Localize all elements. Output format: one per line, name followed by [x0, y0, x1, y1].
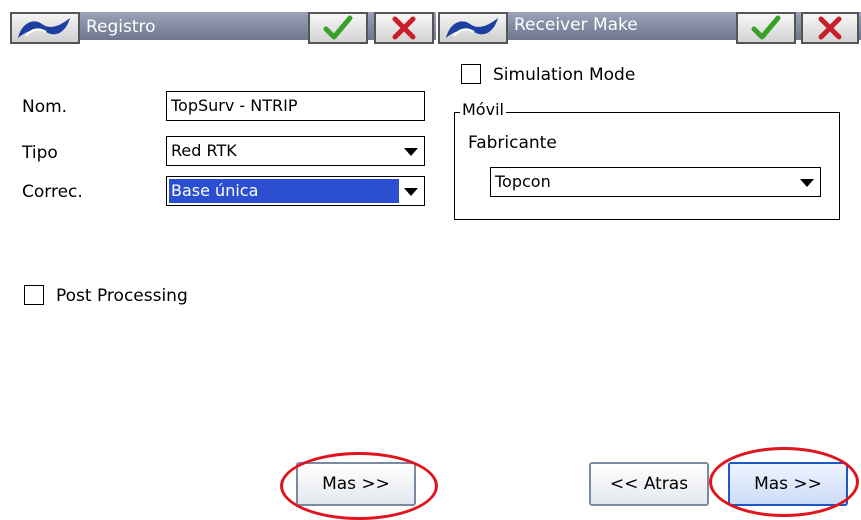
- cancel-button-right[interactable]: [801, 12, 859, 44]
- movil-group-label: Móvil: [460, 100, 506, 119]
- post-processing-checkbox[interactable]: [24, 285, 44, 305]
- fabricante-value: Topcon: [495, 172, 551, 191]
- nom-label: Nom.: [22, 97, 68, 117]
- simulation-mode-label: Simulation Mode: [493, 65, 636, 85]
- left-title-bar: Registro: [0, 0, 436, 44]
- tipo-dropdown[interactable]: Red RTK: [166, 136, 425, 166]
- right-window-title: Receiver Make: [514, 15, 638, 35]
- nom-value: TopSurv - NTRIP: [171, 96, 298, 115]
- tipo-value: Red RTK: [171, 141, 237, 160]
- correc-dropdown[interactable]: Base única: [166, 176, 425, 206]
- movil-groupbox: [454, 112, 840, 220]
- dropdown-arrow-icon: [404, 148, 418, 156]
- fabricante-label: Fabricante: [468, 133, 557, 153]
- check-icon: [751, 15, 781, 40]
- fabricante-dropdown[interactable]: Topcon: [490, 167, 821, 197]
- cancel-button-left[interactable]: [374, 12, 434, 44]
- logo-button[interactable]: [438, 12, 508, 44]
- topcon-logo-icon: [446, 18, 498, 38]
- logo-button[interactable]: [10, 12, 80, 44]
- right-title-bar: Receiver Make: [438, 0, 861, 44]
- ok-button-right[interactable]: [736, 12, 796, 44]
- back-button[interactable]: << Atras: [589, 462, 709, 506]
- check-icon: [323, 15, 353, 40]
- close-x-icon: [818, 16, 842, 40]
- left-window-title: Registro: [86, 17, 156, 37]
- back-label: << Atras: [609, 474, 689, 494]
- ok-button-left[interactable]: [308, 12, 368, 44]
- post-processing-label: Post Processing: [56, 286, 188, 306]
- tipo-label: Tipo: [22, 143, 58, 163]
- correc-label: Correc.: [22, 182, 83, 202]
- topcon-logo-icon: [18, 18, 70, 38]
- close-x-icon: [392, 16, 416, 40]
- annotation-ellipse-left: [280, 452, 438, 520]
- simulation-mode-checkbox[interactable]: [461, 64, 481, 84]
- dropdown-arrow-icon: [800, 179, 814, 187]
- correc-value: Base única: [171, 181, 259, 200]
- dropdown-arrow-icon: [404, 188, 418, 196]
- annotation-ellipse-right: [709, 447, 859, 517]
- nom-input[interactable]: TopSurv - NTRIP: [166, 91, 425, 121]
